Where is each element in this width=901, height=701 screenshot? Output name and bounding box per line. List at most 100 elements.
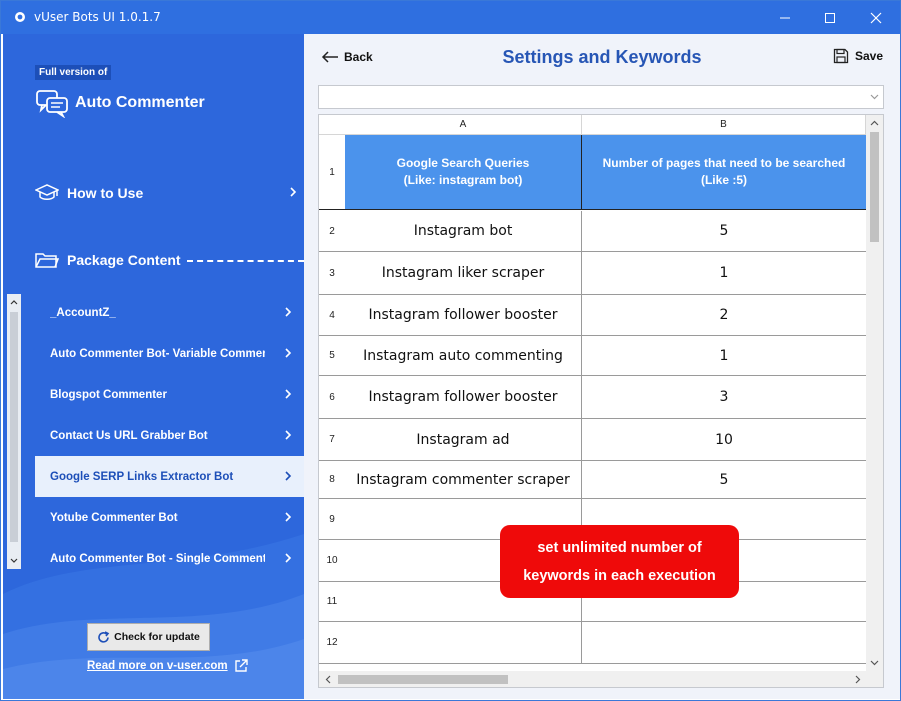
scroll-up-arrow[interactable]	[7, 294, 21, 310]
query-cell[interactable]: Instagram follower booster	[345, 376, 582, 418]
close-button[interactable]	[853, 1, 899, 34]
grid-horizontal-scroll-thumb[interactable]	[338, 675, 508, 684]
chevron-right-icon	[285, 307, 292, 317]
package-item-label: Blogspot Commenter	[50, 388, 167, 401]
maximize-button[interactable]	[807, 1, 853, 34]
callout-line2: keywords in each execution	[523, 567, 716, 584]
scroll-right-arrow[interactable]	[849, 671, 866, 687]
maximize-icon	[825, 12, 835, 23]
column-header-a[interactable]: A	[345, 115, 582, 135]
pages-cell[interactable]: 3	[582, 376, 866, 418]
scrollbar-corner	[866, 671, 883, 687]
query-cell[interactable]	[345, 622, 582, 663]
refresh-icon	[98, 630, 110, 643]
package-item[interactable]: _AccountZ_	[35, 292, 304, 333]
close-icon	[870, 12, 882, 23]
chevron-right-icon	[285, 389, 292, 399]
chevron-right-icon	[290, 187, 297, 197]
row-number: 5	[329, 350, 335, 361]
check-update-label: Check for update	[114, 631, 200, 643]
grid-vertical-scrollbar[interactable]	[866, 115, 883, 671]
dropdown-arrow[interactable]	[865, 86, 883, 108]
row-number: 2	[329, 225, 335, 237]
brand-name: Auto Commenter	[75, 94, 205, 111]
chevron-down-icon	[870, 94, 878, 100]
package-item-label: _AccountZ_	[50, 306, 116, 319]
title-bar[interactable]: vUser Bots UI 1.0.1.7	[1, 1, 900, 34]
query-cell[interactable]: Instagram auto commenting	[345, 336, 582, 375]
header-cell-queries[interactable]: Google Search Queries (Like: instagram b…	[345, 135, 582, 209]
package-item[interactable]: Yotube Commenter Bot	[35, 497, 304, 538]
chat-bubbles-icon	[36, 90, 68, 118]
scroll-down-arrow[interactable]	[866, 655, 883, 671]
scroll-left-arrow[interactable]	[319, 671, 336, 687]
package-item-active[interactable]: Google SERP Links Extractor Bot	[35, 456, 304, 497]
header-queries-line1: Google Search Queries	[396, 156, 530, 170]
query-cell[interactable]: Instagram follower booster	[345, 295, 582, 335]
grid-vertical-scroll-thumb[interactable]	[870, 132, 879, 242]
pages-cell[interactable]: 1	[582, 336, 866, 375]
row-number: 9	[329, 513, 335, 525]
external-link-icon	[234, 659, 248, 672]
package-item[interactable]: Blogspot Commenter	[35, 374, 304, 415]
scroll-down-arrow[interactable]	[7, 553, 21, 569]
how-to-use-button[interactable]: How to Use	[35, 182, 297, 204]
chevron-up-icon	[870, 120, 879, 126]
minimize-button[interactable]	[762, 1, 808, 34]
chevron-right-icon	[285, 512, 292, 522]
pages-cell[interactable]: 1	[582, 252, 866, 294]
package-item-label: Auto Commenter Bot- Variable Comment V	[50, 347, 265, 360]
header-pages-line2: (Like :5)	[700, 173, 747, 187]
pages-cell[interactable]	[582, 622, 866, 663]
sidebar-scroll-thumb[interactable]	[10, 312, 18, 542]
query-cell[interactable]: Instagram ad	[345, 419, 582, 460]
sidebar: Full version of Auto Commenter How to Us…	[3, 34, 304, 699]
package-item-label: Contact Us URL Grabber Bot	[50, 429, 208, 442]
table-row: 4 Instagram follower booster 2	[319, 295, 866, 336]
row-number: 6	[329, 391, 335, 403]
pages-cell[interactable]: 10	[582, 419, 866, 460]
callout-line1: set unlimited number of	[537, 539, 702, 556]
save-button[interactable]: Save	[833, 48, 883, 64]
header-cell-pages[interactable]: Number of pages that need to be searched…	[582, 135, 866, 209]
chevron-right-icon	[285, 348, 292, 358]
table-row: 7 Instagram ad 10	[319, 419, 866, 461]
page-title: Settings and Keywords	[502, 47, 702, 67]
header-queries-line2: (Like: instagram bot)	[403, 173, 523, 187]
package-item-label: Auto Commenter Bot - Single Comment	[50, 552, 265, 565]
read-more-link[interactable]: Read more on v-user.com	[87, 659, 248, 673]
app-window: vUser Bots UI 1.0.1.7 Full version of Au…	[0, 0, 901, 701]
query-cell[interactable]: Instagram bot	[345, 211, 582, 251]
package-list: _AccountZ_ Auto Commenter Bot- Variable …	[35, 292, 304, 579]
read-more-label: Read more on v-user.com	[87, 660, 228, 672]
check-update-button[interactable]: Check for update	[87, 623, 210, 651]
column-header-b[interactable]: B	[582, 115, 866, 135]
row-number: 7	[329, 434, 335, 445]
pages-cell[interactable]: 2	[582, 295, 866, 335]
header-pages-line1: Number of pages that need to be searched	[602, 156, 846, 170]
keywords-grid[interactable]: A B 1 Google Search Queries (Like: insta…	[318, 114, 884, 688]
package-item-label: Yotube Commenter Bot	[50, 511, 178, 524]
package-content-label: Package Content	[67, 252, 181, 268]
package-item-label: Google SERP Links Extractor Bot	[50, 470, 234, 483]
grid-horizontal-scrollbar[interactable]	[319, 671, 866, 687]
package-item[interactable]: Contact Us URL Grabber Bot	[35, 415, 304, 456]
pages-cell[interactable]: 5	[582, 211, 866, 251]
row-number: 11	[326, 596, 338, 607]
header-row: 1 Google Search Queries (Like: instagram…	[319, 135, 866, 210]
sidebar-scrollbar[interactable]	[7, 294, 21, 569]
pages-cell[interactable]: 5	[582, 461, 866, 498]
query-cell[interactable]: Instagram liker scraper	[345, 252, 582, 294]
sheet-selector-dropdown[interactable]	[318, 85, 884, 109]
dashed-divider	[186, 260, 304, 262]
table-row: 8 Instagram commenter scraper 5	[319, 461, 866, 499]
query-cell[interactable]: Instagram commenter scraper	[345, 461, 582, 498]
brand: Auto Commenter	[35, 88, 205, 118]
scroll-up-arrow[interactable]	[866, 115, 883, 131]
package-item[interactable]: Auto Commenter Bot- Variable Comment V	[35, 333, 304, 374]
table-row: 12	[319, 622, 866, 664]
main-panel: Back Settings and Keywords Save A B 1 Go…	[304, 34, 900, 699]
package-item[interactable]: Auto Commenter Bot - Single Comment	[35, 538, 304, 579]
folder-icon	[35, 253, 59, 268]
row-number: 12	[326, 637, 338, 648]
